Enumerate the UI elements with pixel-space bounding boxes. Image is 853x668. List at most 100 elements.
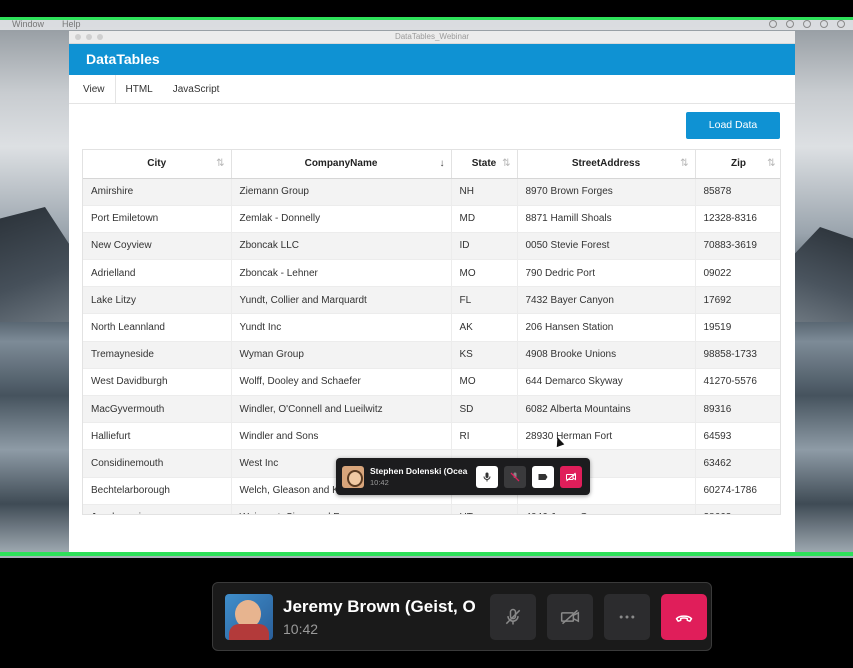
screen-share-border-bottom <box>0 552 853 556</box>
column-header[interactable]: State ⇅ <box>451 150 518 179</box>
call-info: Jeremy Brown (Geist, O 10:42 <box>283 597 479 637</box>
table-row[interactable]: Amirshire Ziemann Group NH 8970 Brown Forge… <box>83 178 780 206</box>
mute-button[interactable] <box>490 593 536 640</box>
mini-video-button[interactable] <box>560 465 582 488</box>
table-cell: Zboncak LLC <box>231 232 452 261</box>
table-row[interactable]: MacGyvermouth Windler, O'Connell and Luei… <box>83 395 780 424</box>
mic-off-icon <box>510 472 520 481</box>
status-icon[interactable] <box>837 19 845 28</box>
sort-icon[interactable]: ↓ <box>440 158 445 169</box>
column-header[interactable]: CompanyName ↓ <box>231 150 452 179</box>
app-title: DataTables <box>69 44 795 75</box>
stage: Window Help DataTables_Webinar DataTable… <box>0 0 853 668</box>
table-cell: KS <box>451 341 518 369</box>
table-cell: Adrielland <box>83 259 232 288</box>
video-button[interactable] <box>547 593 593 640</box>
status-icon[interactable] <box>803 19 811 28</box>
table-cell: North Leannland <box>83 313 232 342</box>
table-cell: Amirshire <box>83 178 232 206</box>
table-cell: Port Emiletown <box>83 205 232 233</box>
table-header-row: City ⇅ CompanyName ↓ State ⇅ StreetAddress ⇅ Zip… <box>83 150 780 179</box>
video-off-icon <box>566 472 576 481</box>
table-cell: Jacobsonview <box>83 504 232 514</box>
mini-screen-share-button[interactable] <box>532 465 554 488</box>
table-row[interactable]: North Leannland Yundt Inc AK 206 Hansen Sta… <box>83 313 780 342</box>
window-titlebar[interactable]: DataTables_Webinar <box>69 31 795 44</box>
mic-off-icon <box>505 608 521 624</box>
table-row[interactable]: Port Emiletown Zemlak - Donnelly MD 8871 Ha… <box>83 205 780 233</box>
table-cell: Wolff, Dooley and Schaefer <box>231 368 452 397</box>
menu-window[interactable]: Window <box>12 19 44 29</box>
table-cell: 12328-8316 <box>695 205 780 233</box>
load-data-button[interactable]: Load Data <box>686 112 780 139</box>
mini-mute-button[interactable] <box>504 465 526 488</box>
table-cell: Zemlak - Donnelly <box>231 205 452 233</box>
status-icon[interactable] <box>769 19 777 28</box>
sort-icon[interactable]: ⇅ <box>680 158 688 169</box>
table-cell: 6082 Alberta Mountains <box>517 395 696 424</box>
status-icon[interactable] <box>786 19 794 28</box>
table-cell: SD <box>451 395 518 424</box>
table-cell: 85878 <box>695 178 780 206</box>
table-cell: 28663 <box>695 504 780 514</box>
table-row[interactable]: Lake Litzy Yundt, Collier and Marquardt FL… <box>83 286 780 315</box>
window-title: DataTables_Webinar <box>394 32 470 41</box>
table-row[interactable]: West Davidburgh Wolff, Dooley and Schaefe… <box>83 368 780 397</box>
table-cell: 7432 Bayer Canyon <box>517 286 696 315</box>
table-cell: MO <box>451 259 518 288</box>
sort-icon[interactable]: ⇅ <box>767 158 775 169</box>
table-cell: MO <box>451 368 518 397</box>
table-cell: 98858-1733 <box>695 341 780 369</box>
more-icon <box>619 615 635 618</box>
sort-icon[interactable]: ⇅ <box>502 158 510 169</box>
mini-call-name: Stephen Dolenski (Ocea <box>370 466 468 476</box>
table-cell: Zboncak - Lehner <box>231 259 452 288</box>
status-icon[interactable] <box>820 19 828 28</box>
table-row[interactable]: Tremayneside Wyman Group KS 4908 Brooke Uni… <box>83 341 780 369</box>
call-bar: Jeremy Brown (Geist, O 10:42 <box>212 582 712 651</box>
table-cell: UT <box>451 504 518 514</box>
table-cell: 19519 <box>695 313 780 342</box>
table-row[interactable]: Halliefurt Windler and Sons RI 28930 Herman… <box>83 422 780 451</box>
table-cell: 644 Demarco Skyway <box>517 368 696 397</box>
mini-call-widget[interactable]: Stephen Dolenski (Ocea 10:42 <box>336 458 590 495</box>
column-header-label: StreetAddress <box>571 158 641 170</box>
column-header[interactable]: Zip ⇅ <box>695 150 780 179</box>
table-cell: 8970 Brown Forges <box>517 178 696 206</box>
table-cell: Weissnat, Sipes and Feeney <box>231 504 452 514</box>
hang-up-icon <box>675 614 693 622</box>
table-cell: ID <box>451 232 518 261</box>
table-cell: 28930 Herman Fort <box>517 422 696 451</box>
sort-icon[interactable]: ⇅ <box>216 158 224 169</box>
table-cell: RI <box>451 422 518 451</box>
tab-view[interactable]: View <box>73 75 116 103</box>
table-cell: 60274-1786 <box>695 477 780 505</box>
tab-html[interactable]: HTML <box>116 75 163 103</box>
mini-mic-button[interactable] <box>476 465 498 488</box>
menu-help[interactable]: Help <box>62 19 81 29</box>
table-cell: Bechtelarborough <box>83 477 232 505</box>
table-cell: Ziemann Group <box>231 178 452 206</box>
table-cell: 41270-5576 <box>695 368 780 397</box>
tab-javascript[interactable]: JavaScript <box>163 75 230 103</box>
more-options-button[interactable] <box>604 593 650 640</box>
column-header[interactable]: StreetAddress ⇅ <box>517 150 696 179</box>
column-header-label: State <box>471 158 497 170</box>
table-row[interactable]: New Coyview Zboncak LLC ID 0050 Stevie Fore… <box>83 232 780 261</box>
table-cell: Wyman Group <box>231 341 452 369</box>
table-cell: FL <box>451 286 518 315</box>
table-row[interactable]: Adrielland Zboncak - Lehner MO 790 Dedric P… <box>83 259 780 288</box>
table-cell: Halliefurt <box>83 422 232 451</box>
table-cell: 17692 <box>695 286 780 315</box>
column-header[interactable]: City ⇅ <box>83 150 232 179</box>
table-cell: 0050 Stevie Forest <box>517 232 696 261</box>
table-cell: Lake Litzy <box>83 286 232 315</box>
table-cell: West Davidburgh <box>83 368 232 397</box>
table-cell: 09022 <box>695 259 780 288</box>
table-cell: 64593 <box>695 422 780 451</box>
mini-call-info: Stephen Dolenski (Ocea 10:42 <box>370 466 470 487</box>
hang-up-button[interactable] <box>661 593 707 640</box>
avatar <box>225 593 273 640</box>
table-row[interactable]: JacobsonviewWeissnat, Sipes and FeeneyUT… <box>83 504 780 514</box>
screen-share-icon <box>538 473 548 480</box>
